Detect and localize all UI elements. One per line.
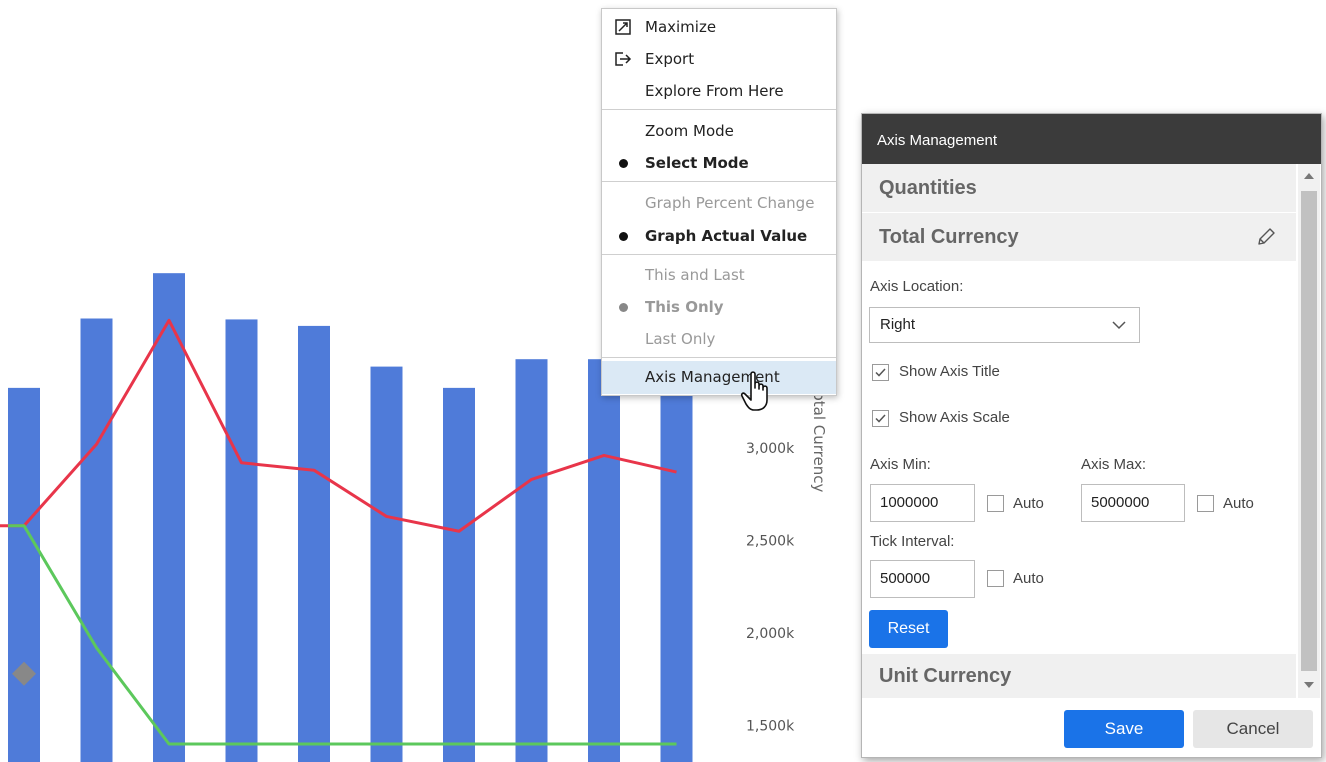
selected-dot-icon (614, 221, 632, 251)
dialog-footer: Save Cancel (862, 698, 1321, 757)
maximize-icon (614, 12, 632, 42)
tick-interval-label: Tick Interval: (870, 533, 955, 550)
hand-cursor-icon (740, 371, 768, 411)
menu-separator (602, 254, 836, 255)
axis-max-input[interactable]: 5000000 (1081, 484, 1185, 522)
scroll-down-arrow-icon[interactable] (1304, 682, 1314, 688)
show-axis-title-checkbox[interactable] (872, 364, 889, 381)
section-title: Total Currency (879, 226, 1019, 248)
bar[interactable] (443, 387, 475, 762)
menu-item-label: Graph Percent Change (645, 194, 815, 212)
y-tick-label: 1,500k (746, 719, 795, 735)
menu-item-label: Export (645, 50, 695, 68)
menu-item-graph-percent-change: Graph Percent Change (602, 188, 836, 218)
axis-location-label: Axis Location: (870, 278, 964, 295)
menu-item-label: This and Last (645, 266, 745, 284)
save-button[interactable]: Save (1064, 710, 1184, 748)
pencil-icon[interactable] (1255, 226, 1277, 248)
menu-item-axis-management[interactable]: Axis Management (602, 361, 836, 394)
checkmark-icon (875, 368, 886, 377)
axis-location-value: Right (880, 316, 916, 333)
bar[interactable] (8, 387, 40, 762)
axis-management-dialog: Axis Management Quantities Total Currenc… (861, 113, 1322, 758)
section-total-currency[interactable]: Total Currency (862, 213, 1296, 261)
axis-min-auto-checkbox[interactable] (987, 495, 1004, 512)
chevron-down-icon (1112, 321, 1126, 330)
menu-item-label: Maximize (645, 18, 717, 36)
section-title: Unit Currency (879, 665, 1012, 687)
menu-item-select-mode[interactable]: Select Mode (602, 148, 836, 178)
show-axis-scale-checkbox[interactable] (872, 410, 889, 427)
axis-max-auto-checkbox[interactable] (1197, 495, 1214, 512)
axis-location-select[interactable]: Right (869, 307, 1140, 343)
y-tick-label: 2,500k (746, 534, 795, 550)
axis-min-input[interactable]: 1000000 (870, 484, 975, 522)
menu-item-label: Last Only (645, 330, 716, 348)
menu-item-explore-from-here[interactable]: Explore From Here (602, 76, 836, 106)
menu-item-label: Explore From Here (645, 82, 784, 100)
context-menu: Maximize Export Explore From Here Zoom M… (601, 8, 837, 396)
menu-item-graph-actual-value[interactable]: Graph Actual Value (602, 221, 836, 251)
section-title: Quantities (879, 177, 977, 199)
bar[interactable] (225, 319, 258, 762)
auto-label: Auto (1013, 495, 1044, 512)
bar[interactable] (588, 359, 620, 762)
auto-label: Auto (1223, 495, 1254, 512)
auto-label: Auto (1013, 570, 1044, 587)
bar[interactable] (298, 325, 330, 762)
show-axis-title-label: Show Axis Title (899, 363, 1000, 380)
tick-interval-input[interactable]: 500000 (870, 560, 975, 598)
show-axis-scale-label: Show Axis Scale (899, 409, 1010, 426)
bar[interactable] (515, 359, 548, 762)
menu-item-this-only: This Only (602, 292, 836, 322)
dialog-body: Quantities Total Currency Axis Location:… (862, 164, 1296, 698)
menu-separator (602, 357, 836, 358)
selected-dot-icon (614, 292, 632, 322)
menu-item-maximize[interactable]: Maximize (602, 12, 836, 42)
selected-dot-icon (614, 148, 632, 178)
bar[interactable] (660, 364, 693, 762)
axis-max-label: Axis Max: (1081, 456, 1147, 473)
dialog-title: Axis Management (862, 114, 1321, 164)
menu-item-zoom-mode[interactable]: Zoom Mode (602, 116, 836, 146)
menu-item-label: Zoom Mode (645, 122, 734, 140)
export-icon (614, 44, 632, 74)
bar[interactable] (153, 273, 185, 762)
reset-button[interactable]: Reset (869, 610, 948, 648)
menu-item-last-only: Last Only (602, 324, 836, 354)
tick-interval-auto-checkbox[interactable] (987, 570, 1004, 587)
menu-separator (602, 109, 836, 110)
y-tick-label: 3,000k (746, 441, 795, 457)
menu-item-label: Select Mode (645, 154, 749, 172)
dialog-scrollbar[interactable] (1298, 164, 1320, 698)
scrollbar-thumb[interactable] (1301, 191, 1317, 671)
menu-item-export[interactable]: Export (602, 44, 836, 74)
checkmark-icon (875, 414, 886, 423)
bar[interactable] (80, 318, 113, 762)
menu-separator (602, 181, 836, 182)
y-axis-title: Total Currency (810, 384, 828, 493)
y-tick-label: 2,000k (746, 626, 795, 642)
axis-min-label: Axis Min: (870, 456, 931, 473)
section-quantities[interactable]: Quantities (862, 164, 1296, 212)
menu-item-this-and-last: This and Last (602, 260, 836, 290)
cancel-button[interactable]: Cancel (1193, 710, 1313, 748)
menu-item-label: Graph Actual Value (645, 227, 808, 245)
bar[interactable] (370, 366, 403, 762)
menu-item-label: This Only (645, 298, 724, 316)
section-unit-currency[interactable]: Unit Currency (862, 654, 1296, 698)
scroll-up-arrow-icon[interactable] (1304, 173, 1314, 179)
